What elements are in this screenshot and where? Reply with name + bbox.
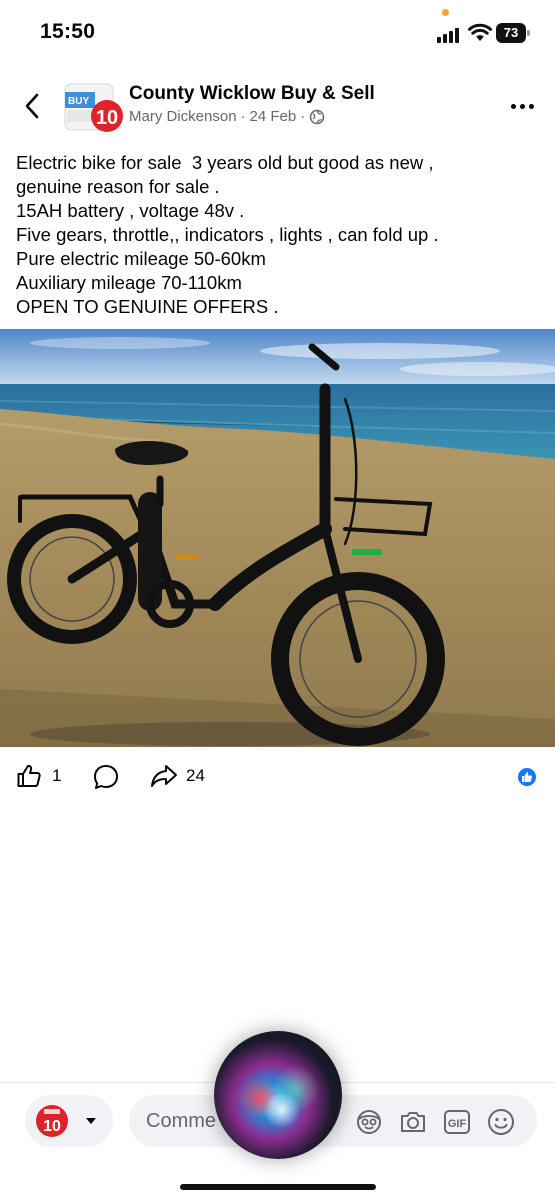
- post-header: BUY 10 County Wicklow Buy & Sell Mary Di…: [0, 72, 555, 142]
- more-dots-icon: [510, 103, 516, 109]
- post-date[interactable]: 24 Feb: [250, 108, 297, 125]
- like-count: 1: [52, 766, 62, 785]
- avatar-badge-text: BUY: [68, 96, 89, 107]
- thumbs-up-icon: [17, 764, 41, 787]
- gif-label: GIF: [448, 1118, 467, 1130]
- account-switcher-button[interactable]: 10: [25, 1095, 113, 1147]
- emoji-icon[interactable]: [486, 1107, 516, 1137]
- post-line: Five gears, throttle,, indicators , ligh…: [16, 224, 439, 245]
- group-name[interactable]: County Wicklow Buy & Sell: [129, 83, 375, 105]
- chevron-left-icon: [25, 93, 39, 119]
- post-line: 15AH battery , voltage 48v .: [16, 200, 245, 221]
- globe-icon: [310, 109, 325, 124]
- avatar-sticker-icon[interactable]: [354, 1107, 384, 1137]
- battery-level: 73: [496, 23, 526, 43]
- back-button[interactable]: [14, 88, 50, 124]
- composer-avatar-number: 10: [43, 1118, 61, 1135]
- battery-icon: 73: [496, 23, 530, 43]
- status-bar: 15:50 73: [0, 0, 555, 62]
- avatar-number: 10: [96, 107, 118, 129]
- group-avatar[interactable]: BUY 10: [63, 80, 123, 136]
- meta-separator: ·: [240, 108, 246, 125]
- author-name[interactable]: Mary Dickenson: [129, 108, 237, 125]
- meta-separator-2: ·: [300, 108, 306, 125]
- privacy-indicator-dot: [442, 9, 449, 16]
- post-meta: Mary Dickenson · 24 Feb ·: [129, 108, 325, 125]
- share-count: 24: [186, 766, 205, 785]
- share-arrow-icon: [151, 765, 177, 787]
- status-time: 15:50: [40, 20, 96, 43]
- post-line: Pure electric mileage 50-60km: [16, 248, 266, 269]
- share-button[interactable]: 24: [150, 763, 205, 789]
- post-line: Auxiliary mileage 70-110km: [16, 272, 242, 293]
- cellular-signal-icon: [437, 27, 461, 43]
- composer-avatar: 10: [36, 1105, 68, 1137]
- comment-bubble-icon: [94, 765, 118, 789]
- more-options-button[interactable]: [506, 92, 538, 120]
- post-actions: 1 24: [0, 757, 555, 797]
- like-button[interactable]: 1: [16, 763, 61, 789]
- gif-icon[interactable]: GIF: [442, 1107, 472, 1137]
- camera-icon[interactable]: [398, 1107, 428, 1137]
- siri-orb[interactable]: [214, 1031, 342, 1159]
- composer-icons: GIF: [354, 1107, 516, 1137]
- home-indicator[interactable]: [180, 1184, 376, 1190]
- wifi-icon: [468, 23, 492, 43]
- post-text: Electric bike for sale 3 years old but g…: [16, 151, 541, 319]
- like-reaction-icon[interactable]: [516, 766, 538, 788]
- comment-button[interactable]: [92, 763, 120, 796]
- post-photo[interactable]: [0, 329, 555, 747]
- post-line: Electric bike for sale 3 years old but g…: [16, 152, 434, 173]
- post-line: genuine reason for sale .: [16, 176, 220, 197]
- post-line: OPEN TO GENUINE OFFERS .: [16, 296, 279, 317]
- caret-down-icon: [86, 1118, 96, 1124]
